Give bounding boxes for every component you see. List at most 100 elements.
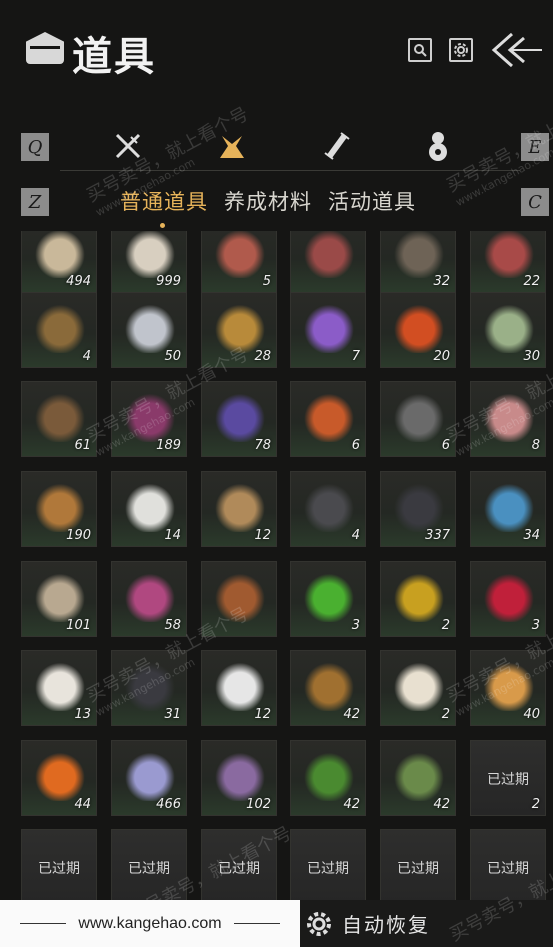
item-slot[interactable]: 34 [470, 471, 546, 547]
item-slot[interactable]: 13 [21, 650, 97, 726]
item-slot[interactable]: 4 [290, 471, 366, 547]
item-count: 2 [531, 797, 540, 812]
item-icon [32, 570, 88, 622]
item-icon [481, 301, 537, 353]
item-slot[interactable]: 20 [380, 292, 456, 368]
item-count: 42 [433, 797, 450, 812]
item-slot[interactable]: 190 [21, 471, 97, 547]
item-count: 6 [441, 438, 450, 453]
item-icon [122, 390, 178, 442]
item-slot[interactable]: 32 [380, 231, 456, 293]
item-slot[interactable]: 12 [201, 471, 277, 547]
item-slot[interactable]: 494 [21, 231, 97, 293]
item-slot-expired[interactable]: 已过期 [380, 829, 456, 900]
item-slot[interactable]: 78 [201, 381, 277, 457]
subtab-materials[interactable]: 养成材料 [224, 186, 312, 216]
item-count: 5 [262, 274, 271, 289]
item-slot[interactable]: 50 [111, 292, 187, 368]
item-icon [301, 301, 357, 353]
settings-button[interactable] [449, 38, 473, 62]
item-icon [301, 480, 357, 532]
item-icon [301, 390, 357, 442]
item-count: 102 [246, 797, 271, 812]
item-slot[interactable]: 14 [111, 471, 187, 547]
item-count: 78 [254, 438, 271, 453]
item-count: 42 [343, 797, 360, 812]
subtab-bar: 普通道具 养成材料 活动道具 [120, 186, 416, 228]
item-slot[interactable]: 5 [201, 231, 277, 293]
back-arrow-icon[interactable] [490, 30, 544, 70]
item-count: 2 [441, 618, 450, 633]
item-slot[interactable]: 3 [290, 561, 366, 637]
item-icon [212, 480, 268, 532]
item-slot[interactable]: 31 [111, 650, 187, 726]
item-slot[interactable]: 3 [470, 561, 546, 637]
item-slot[interactable]: 42 [380, 740, 456, 816]
item-slot[interactable]: 30 [470, 292, 546, 368]
key-hint-next-category[interactable]: E [521, 133, 549, 161]
subtab-event-items[interactable]: 活动道具 [328, 186, 416, 216]
item-slot[interactable]: 22 [470, 231, 546, 293]
item-icon [301, 749, 357, 801]
item-slot[interactable]: 40 [470, 650, 546, 726]
watermark-url: www.kangehao.com [78, 914, 222, 932]
item-icon [391, 390, 447, 442]
item-slot[interactable]: 101 [21, 561, 97, 637]
search-button[interactable] [408, 38, 432, 62]
key-hint-next-subtab[interactable]: C [521, 188, 549, 216]
item-slot[interactable]: 2 [380, 561, 456, 637]
item-slot[interactable]: 2 [380, 650, 456, 726]
item-slot[interactable]: 42 [290, 650, 366, 726]
tab-scrolls[interactable] [318, 128, 354, 164]
item-slot[interactable]: 6 [380, 381, 456, 457]
item-slot[interactable]: 28 [201, 292, 277, 368]
item-icon [212, 570, 268, 622]
item-slot-expired[interactable]: 已过期 [21, 829, 97, 900]
item-slot[interactable]: 58 [111, 561, 187, 637]
item-slot[interactable] [201, 561, 277, 637]
item-slot[interactable]: 102 [201, 740, 277, 816]
item-count: 6 [351, 438, 360, 453]
item-icon [122, 231, 178, 278]
item-slot[interactable]: 337 [380, 471, 456, 547]
scroll-icon [324, 132, 350, 160]
item-slot[interactable]: 12 [201, 650, 277, 726]
item-count: 4 [82, 349, 91, 364]
item-icon [122, 659, 178, 711]
key-hint-prev-category[interactable]: Q [21, 133, 49, 161]
item-slot[interactable]: 7 [290, 292, 366, 368]
item-slot[interactable]: 8 [470, 381, 546, 457]
item-icon [32, 301, 88, 353]
tab-weapons[interactable] [110, 128, 146, 164]
key-hint-prev-subtab[interactable]: Z [21, 188, 49, 216]
item-slot-expired[interactable]: 已过期 [111, 829, 187, 900]
item-count: 12 [254, 707, 271, 722]
item-slot-expired[interactable]: 已过期 [470, 829, 546, 900]
expired-label: 已过期 [397, 861, 439, 877]
item-count: 3 [531, 618, 540, 633]
watermark-banner: www.kangehao.com [0, 900, 300, 947]
item-icon [212, 749, 268, 801]
tab-items[interactable] [214, 128, 250, 164]
item-slot[interactable]: 999 [111, 231, 187, 293]
item-slot[interactable] [290, 231, 366, 293]
item-slot[interactable]: 44 [21, 740, 97, 816]
item-icon [391, 570, 447, 622]
item-slot[interactable]: 已过期 2 [470, 740, 546, 816]
tab-gourds[interactable] [420, 128, 456, 164]
item-slot[interactable]: 6 [290, 381, 366, 457]
item-count: 32 [433, 274, 450, 289]
auto-restore-button[interactable]: 自动恢复 [300, 900, 553, 947]
item-slot[interactable]: 189 [111, 381, 187, 457]
item-count: 7 [351, 349, 360, 364]
search-icon [414, 44, 427, 57]
item-slot-expired[interactable]: 已过期 [201, 829, 277, 900]
item-slot[interactable]: 61 [21, 381, 97, 457]
item-slot[interactable]: 42 [290, 740, 366, 816]
item-slot[interactable]: 466 [111, 740, 187, 816]
item-slot[interactable]: 4 [21, 292, 97, 368]
item-icon [391, 659, 447, 711]
item-slot-expired[interactable]: 已过期 [290, 829, 366, 900]
item-count: 466 [156, 797, 181, 812]
subtab-common-items[interactable]: 普通道具 [120, 186, 208, 228]
